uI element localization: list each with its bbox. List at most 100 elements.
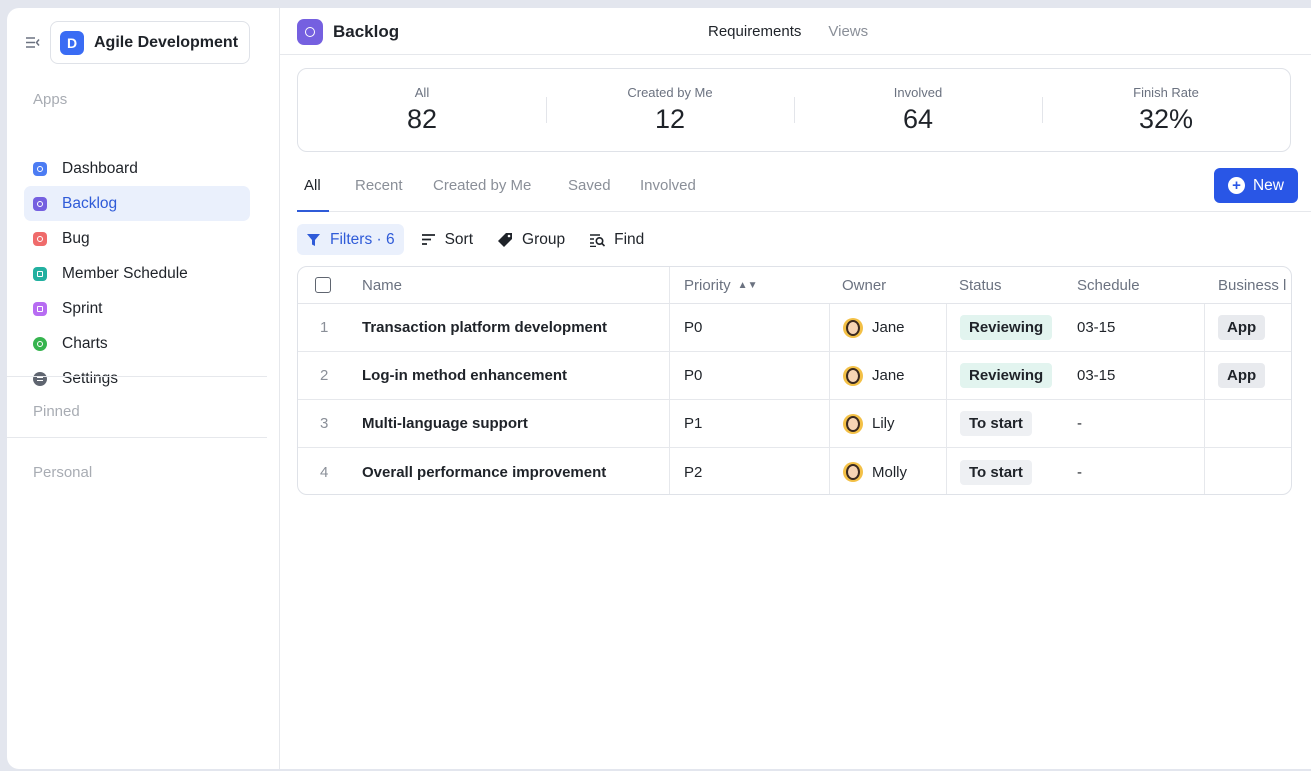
table-header: Name Priority ▲▼ Owner Status Schedule B… bbox=[298, 267, 1291, 304]
column-header-priority[interactable]: Priority ▲▼ bbox=[669, 267, 829, 303]
personal-section-label[interactable]: Personal bbox=[33, 464, 92, 481]
select-all-checkbox[interactable] bbox=[315, 277, 331, 293]
sidebar-divider bbox=[7, 437, 267, 438]
table-row[interactable]: 2 Log-in method enhancement P0 Jane Revi… bbox=[298, 352, 1291, 400]
row-schedule[interactable]: 03-15 bbox=[1077, 304, 1115, 351]
row-owner[interactable]: Jane bbox=[829, 304, 947, 351]
table-row[interactable]: 1 Transaction platform development P0 Ja… bbox=[298, 304, 1291, 352]
row-priority[interactable]: P1 bbox=[669, 400, 702, 447]
new-button-label: New bbox=[1252, 176, 1284, 194]
view-tab-involved[interactable]: Involved bbox=[640, 177, 696, 194]
row-schedule[interactable]: - bbox=[1077, 448, 1082, 494]
sprint-icon bbox=[33, 301, 47, 316]
status-badge: Reviewing bbox=[960, 363, 1053, 388]
stats-panel: All 82 Created by Me 12 Involved 64 Fini… bbox=[297, 68, 1291, 152]
dashboard-icon bbox=[33, 161, 47, 176]
avatar bbox=[843, 365, 863, 386]
column-header-owner[interactable]: Owner bbox=[842, 267, 886, 303]
column-header-name[interactable]: Name bbox=[362, 267, 402, 303]
topbar: Backlog Requirements Views bbox=[280, 8, 1311, 55]
view-tab-created-by-me[interactable]: Created by Me bbox=[433, 177, 531, 194]
tab-views[interactable]: Views bbox=[828, 23, 868, 40]
sidebar-nav: Dashboard Backlog Bug Member Schedule Sp… bbox=[24, 151, 250, 396]
business-badge: App bbox=[1218, 363, 1266, 388]
sidebar-item-label: Member Schedule bbox=[62, 264, 188, 282]
find-icon bbox=[590, 233, 606, 247]
avatar bbox=[843, 413, 863, 434]
row-owner[interactable]: Jane bbox=[829, 352, 947, 399]
row-owner[interactable]: Molly bbox=[829, 448, 947, 494]
view-tab-all[interactable]: All bbox=[304, 177, 321, 194]
sidebar-item-label: Backlog bbox=[62, 194, 118, 212]
avatar bbox=[843, 462, 863, 482]
owner-name: Molly bbox=[872, 463, 908, 481]
new-button[interactable]: + New bbox=[1214, 168, 1298, 203]
table-row[interactable]: 4 Overall performance improvement P2 Mol… bbox=[298, 448, 1291, 494]
sidebar-divider bbox=[7, 376, 267, 377]
schedule-icon bbox=[33, 266, 47, 281]
sidebar-item-dashboard[interactable]: Dashboard bbox=[24, 151, 250, 186]
group-button[interactable]: Group bbox=[487, 224, 575, 255]
row-status[interactable]: Reviewing bbox=[946, 352, 1065, 399]
row-name[interactable]: Multi-language support bbox=[362, 400, 528, 447]
stat-all[interactable]: All 82 bbox=[298, 69, 546, 151]
stat-involved[interactable]: Involved 64 bbox=[794, 69, 1042, 151]
view-tab-recent[interactable]: Recent bbox=[355, 177, 403, 194]
row-name[interactable]: Overall performance improvement bbox=[362, 448, 606, 494]
row-status[interactable]: Reviewing bbox=[946, 304, 1065, 351]
sidebar: D Agile Development Apps Dashboard Backl… bbox=[7, 8, 280, 769]
column-header-business[interactable]: Business l bbox=[1218, 267, 1286, 303]
sidebar-item-label: Bug bbox=[62, 229, 90, 247]
sidebar-item-backlog[interactable]: Backlog bbox=[24, 186, 250, 221]
row-priority[interactable]: P0 bbox=[669, 352, 702, 399]
table-row[interactable]: 3 Multi-language support P1 Lily To star… bbox=[298, 400, 1291, 448]
filters-button[interactable]: Filters · 6 bbox=[297, 224, 404, 255]
apps-section-label: Apps bbox=[33, 91, 68, 108]
sidebar-item-settings[interactable]: Settings bbox=[24, 361, 250, 396]
row-name[interactable]: Transaction platform development bbox=[362, 304, 607, 351]
column-header-label: Priority bbox=[684, 276, 731, 294]
status-badge: To start bbox=[960, 411, 1032, 436]
page-title: Backlog bbox=[333, 22, 400, 41]
row-status[interactable]: To start bbox=[946, 448, 1065, 494]
sidebar-item-sprint[interactable]: Sprint bbox=[24, 291, 250, 326]
top-tabs: Requirements Views bbox=[708, 23, 868, 40]
sidebar-item-charts[interactable]: Charts bbox=[24, 326, 250, 361]
find-button[interactable]: Find bbox=[579, 224, 654, 255]
stat-value: 64 bbox=[902, 104, 934, 134]
row-priority[interactable]: P0 bbox=[669, 304, 702, 351]
stat-label: Created by Me bbox=[627, 85, 713, 100]
main-area: Backlog Requirements Views All 82 Create… bbox=[280, 8, 1311, 769]
workspace-switcher[interactable]: D Agile Development bbox=[50, 21, 250, 64]
sort-button[interactable]: Sort bbox=[411, 224, 483, 255]
sidebar-item-label: Sprint bbox=[62, 299, 103, 317]
column-header-schedule[interactable]: Schedule bbox=[1077, 267, 1140, 303]
sidebar-item-label: Dashboard bbox=[62, 159, 138, 177]
row-name[interactable]: Log-in method enhancement bbox=[362, 352, 567, 399]
sidebar-item-member-schedule[interactable]: Member Schedule bbox=[24, 256, 250, 291]
bug-icon bbox=[33, 231, 47, 246]
view-tab-saved[interactable]: Saved bbox=[568, 177, 611, 194]
row-business[interactable] bbox=[1204, 448, 1218, 494]
stat-value: 12 bbox=[654, 104, 686, 134]
stat-label: Finish Rate bbox=[1133, 85, 1199, 100]
row-owner[interactable]: Lily bbox=[829, 400, 947, 447]
app-window: D Agile Development Apps Dashboard Backl… bbox=[7, 8, 1311, 769]
row-business[interactable] bbox=[1204, 400, 1218, 447]
stat-finish-rate[interactable]: Finish Rate 32% bbox=[1042, 69, 1290, 151]
backlog-table: Name Priority ▲▼ Owner Status Schedule B… bbox=[297, 266, 1292, 495]
row-status[interactable]: To start bbox=[946, 400, 1065, 447]
collapse-sidebar-icon[interactable] bbox=[24, 34, 41, 51]
stat-created-by-me[interactable]: Created by Me 12 bbox=[546, 69, 794, 151]
column-header-status[interactable]: Status bbox=[959, 267, 1002, 303]
row-business[interactable]: App bbox=[1204, 352, 1266, 399]
group-label: Group bbox=[522, 230, 566, 248]
row-schedule[interactable]: 03-15 bbox=[1077, 352, 1115, 399]
pinned-section-label[interactable]: Pinned bbox=[33, 403, 80, 420]
sidebar-item-bug[interactable]: Bug bbox=[24, 221, 250, 256]
row-schedule[interactable]: - bbox=[1077, 400, 1082, 447]
tab-requirements[interactable]: Requirements bbox=[708, 23, 801, 40]
row-priority[interactable]: P2 bbox=[669, 448, 702, 494]
row-business[interactable]: App bbox=[1204, 304, 1266, 351]
view-tabs: All Recent Created by Me Saved Involved … bbox=[297, 168, 1311, 212]
